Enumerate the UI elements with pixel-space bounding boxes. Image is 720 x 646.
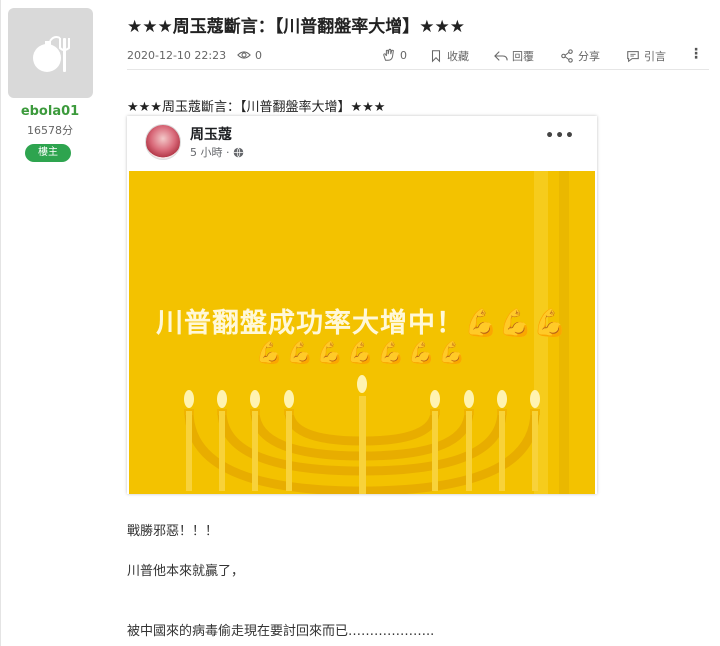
op-badge: 樓主 — [25, 144, 71, 162]
reply-label: 回覆 — [512, 50, 534, 63]
globe-icon — [233, 147, 243, 157]
quote-label: 引言 — [644, 50, 666, 63]
eye-icon — [237, 51, 251, 59]
image-emoji-row: 💪💪💪💪💪💪💪 — [255, 341, 469, 366]
clap-icon — [383, 48, 394, 61]
post-text-line-2: 川普他本來就贏了， — [127, 564, 245, 579]
post-body-title: ★★★周玉蔻斷言：【川普翻盤率大增】★★★ — [127, 100, 386, 115]
view-count: 0 — [237, 48, 262, 62]
embed-more-icon[interactable]: ••• — [545, 128, 575, 144]
bookmark-icon — [431, 50, 441, 63]
post-meta-bar: 2020-12-10 22:23 0 0 收藏 回覆 分享 引言 ⋮ — [127, 44, 709, 70]
image-headline: 川普翻盤成功率大增中！💪💪💪 — [156, 308, 568, 339]
bomb-fork-avatar-icon — [33, 36, 70, 72]
share-label: 分享 — [578, 50, 600, 63]
embed-author-name[interactable]: 周玉蔻 — [190, 124, 232, 144]
embed-time-text: 5 小時 · — [190, 146, 230, 159]
embedded-facebook-post[interactable]: 周玉蔻 5 小時 · ••• 川普翻盤成功率大增中！💪💪💪 💪💪💪💪💪💪💪 — [127, 116, 597, 494]
embed-image[interactable]: 川普翻盤成功率大增中！💪💪💪 💪💪💪💪💪💪💪 — [129, 171, 595, 494]
share-button[interactable]: 分享 — [560, 48, 600, 64]
author-points: 16578分 — [27, 124, 73, 137]
share-icon — [561, 49, 573, 63]
post-text-line-3: 被中國來的病毒偷走現在要討回來而已……………….. — [127, 624, 435, 639]
post-date: 2020-12-10 22:23 — [127, 49, 227, 62]
reply-icon — [494, 51, 508, 61]
favorite-label: 收藏 — [447, 50, 469, 63]
view-count-value: 0 — [255, 48, 262, 62]
embed-avatar[interactable] — [145, 124, 181, 160]
quote-bubble-icon — [627, 51, 639, 63]
post-text-line-1: 戰勝邪惡！！！ — [127, 524, 219, 539]
more-options-icon[interactable]: ⋮ — [689, 46, 703, 62]
like-button[interactable]: 0 — [382, 48, 407, 62]
avatar[interactable] — [8, 8, 93, 98]
author-name[interactable]: ebola01 — [0, 104, 100, 119]
embed-timestamp: 5 小時 · — [190, 144, 244, 160]
post-title: ★★★周玉蔻斷言：【川普翻盤率大增】★★★ — [127, 17, 465, 37]
favorite-button[interactable]: 收藏 — [429, 48, 469, 64]
like-count: 0 — [400, 48, 407, 62]
quote-button[interactable]: 引言 — [626, 48, 666, 64]
reply-button[interactable]: 回覆 — [494, 48, 534, 64]
